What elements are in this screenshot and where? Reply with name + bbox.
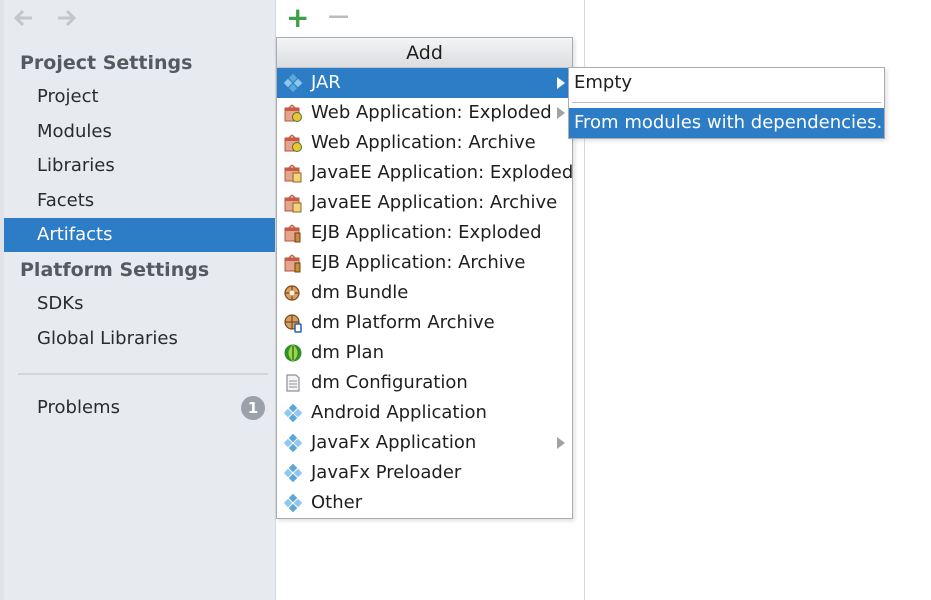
sidebar-item-facets[interactable]: Facets <box>4 184 275 218</box>
forward-arrow-icon[interactable] <box>54 6 78 30</box>
document-icon <box>286 374 300 392</box>
artifact-diamond-icon <box>283 433 303 453</box>
submenu-item-empty[interactable]: Empty <box>569 68 884 98</box>
menu-item-ejb-application-exploded[interactable]: EJB Application: Exploded <box>277 218 572 248</box>
platform-settings-heading: Platform Settings <box>20 259 210 281</box>
menu-item-dm-configuration[interactable]: dm Configuration <box>277 368 572 398</box>
menu-item-label: JavaEE Application: Archive <box>311 192 558 213</box>
menu-item-dm-platform-archive[interactable]: dm Platform Archive <box>277 308 572 338</box>
sidebar-item-libraries[interactable]: Libraries <box>4 149 275 183</box>
ejb-app-icon <box>284 254 301 273</box>
javaee-app-icon <box>284 194 302 213</box>
menu-item-label: dm Bundle <box>311 282 409 303</box>
problems-count-badge: 1 <box>241 396 265 420</box>
sidebar-item-project[interactable]: Project <box>4 80 275 114</box>
back-arrow-icon[interactable] <box>12 6 36 30</box>
add-artifact-popup: Add JAR Web Application: Exploded Web Ap… <box>276 37 573 519</box>
menu-item-web-application-exploded[interactable]: Web Application: Exploded <box>277 98 572 128</box>
popup-title: Add <box>277 38 572 68</box>
menu-item-label: Web Application: Archive <box>311 132 536 153</box>
menu-item-dm-bundle[interactable]: dm Bundle <box>277 278 572 308</box>
menu-item-javafx-application[interactable]: JavaFx Application <box>277 428 572 458</box>
sidebar-item-sdks[interactable]: SDKs <box>4 287 275 321</box>
sidebar-divider <box>18 373 268 375</box>
artifact-diamond-icon <box>283 73 303 93</box>
artifact-diamond-icon <box>283 463 303 483</box>
menu-item-label: JavaFx Application <box>311 432 477 453</box>
menu-item-label: dm Configuration <box>311 372 468 393</box>
menu-item-label: dm Plan <box>311 342 384 363</box>
problems-label: Problems <box>37 397 120 418</box>
menu-item-label: Web Application: Exploded <box>311 102 552 123</box>
menu-item-label: Android Application <box>311 402 487 423</box>
sidebar-item-problems[interactable]: Problems 1 <box>4 391 275 425</box>
dm-platform-archive-icon <box>284 314 302 333</box>
menu-item-label: dm Platform Archive <box>311 312 495 333</box>
submenu-arrow-icon <box>557 437 565 449</box>
artifact-diamond-icon <box>283 403 303 423</box>
dm-plan-icon <box>284 344 302 362</box>
menu-item-web-application-archive[interactable]: Web Application: Archive <box>277 128 572 158</box>
menu-item-dm-plan[interactable]: dm Plan <box>277 338 572 368</box>
menu-item-label: Other <box>311 492 363 513</box>
menu-item-label: JAR <box>311 72 341 93</box>
javaee-app-icon <box>284 164 302 183</box>
project-settings-heading: Project Settings <box>20 52 193 74</box>
web-app-icon <box>284 134 302 152</box>
menu-item-label: JavaFx Preloader <box>311 462 462 483</box>
submenu-divider <box>572 102 881 103</box>
ejb-app-icon <box>284 224 301 243</box>
menu-item-other[interactable]: Other <box>277 488 572 518</box>
sidebar-item-global-libraries[interactable]: Global Libraries <box>4 322 275 356</box>
menu-item-javaee-application-exploded[interactable]: JavaEE Application: Exploded <box>277 158 574 188</box>
sidebar-item-artifacts[interactable]: Artifacts <box>4 218 275 252</box>
submenu-arrow-icon <box>557 107 565 119</box>
menu-item-jar[interactable]: JAR <box>277 68 572 98</box>
artifact-diamond-icon <box>283 493 303 513</box>
web-app-icon <box>284 104 302 122</box>
menu-item-label: EJB Application: Exploded <box>311 222 542 243</box>
menu-item-javaee-application-archive[interactable]: JavaEE Application: Archive <box>277 188 572 218</box>
jar-submenu: Empty From modules with dependencies... <box>568 67 885 139</box>
dm-bundle-icon <box>284 285 300 301</box>
menu-item-label: EJB Application: Archive <box>311 252 526 273</box>
submenu-item-from-modules-with-dependencies[interactable]: From modules with dependencies... <box>569 108 884 138</box>
add-artifact-button[interactable]: + <box>286 4 309 32</box>
submenu-arrow-icon <box>557 77 565 89</box>
menu-item-javafx-preloader[interactable]: JavaFx Preloader <box>277 458 572 488</box>
remove-artifact-button[interactable]: − <box>326 2 351 32</box>
menu-item-label: JavaEE Application: Exploded <box>311 162 574 183</box>
settings-sidebar: Project Settings Project Modules Librari… <box>0 0 275 600</box>
sidebar-item-modules[interactable]: Modules <box>4 115 275 149</box>
menu-item-android-application[interactable]: Android Application <box>277 398 572 428</box>
menu-item-ejb-application-archive[interactable]: EJB Application: Archive <box>277 248 572 278</box>
